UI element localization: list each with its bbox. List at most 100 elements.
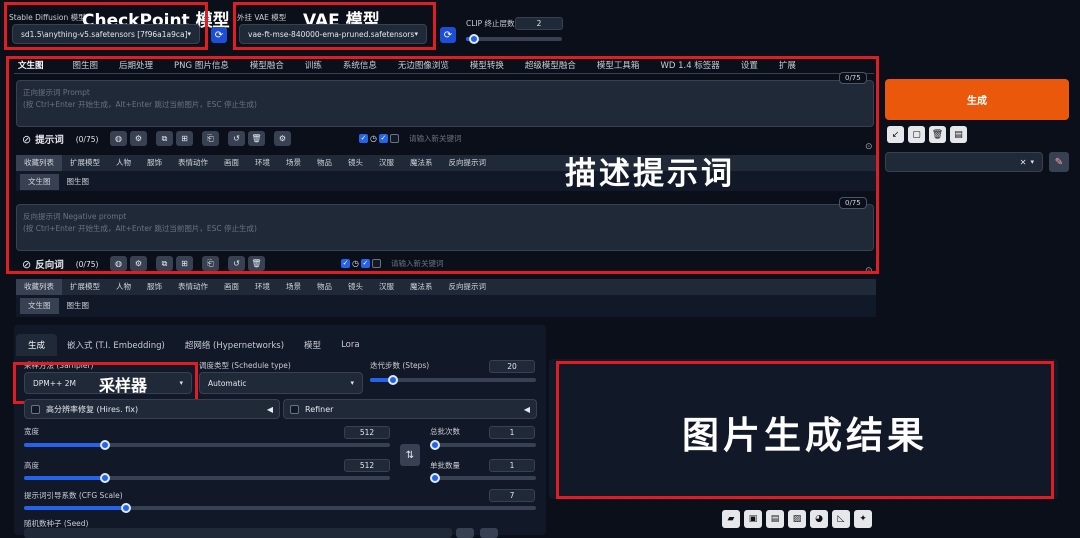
tab-0[interactable]: 文生图 [18, 59, 53, 71]
category-tab-8[interactable]: 物品 [309, 279, 340, 295]
expand-icon[interactable]: ⊙ [865, 266, 873, 276]
clip-slider[interactable] [466, 34, 562, 44]
category-tab-0[interactable]: 收藏列表 [16, 279, 62, 295]
sd-model-dropdown[interactable]: sd1.5\anything-v5.safetensors [7f96a1a9c… [12, 24, 200, 44]
refresh-model-button[interactable]: ⟳ [211, 27, 227, 43]
category-tab-6[interactable]: 环境 [247, 279, 278, 295]
refiner-accordion[interactable]: Refiner ◀ [283, 399, 537, 419]
batch-size-slider[interactable] [430, 473, 536, 483]
category-tab-9[interactable]: 镜头 [340, 155, 371, 171]
load-icon[interactable]: ⎗ [202, 256, 219, 271]
paste-icon[interactable]: ⊞ [176, 256, 193, 271]
steps-value[interactable]: 20 [489, 360, 535, 373]
tab-13[interactable]: 扩展 [770, 59, 808, 71]
category-tab-10[interactable]: 汉服 [371, 155, 402, 171]
category-subtab-0[interactable]: 文生图 [20, 174, 59, 190]
clipboard-icon[interactable]: ▤ [950, 126, 967, 143]
steps-slider[interactable] [370, 375, 536, 385]
checkbox-off-icon[interactable] [31, 404, 40, 414]
category-tab-9[interactable]: 镜头 [340, 279, 371, 295]
tab-12[interactable]: 设置 [732, 59, 770, 71]
bottom-tab-1[interactable]: 嵌入式 (T.I. Embedding) [57, 339, 175, 351]
category-tab-2[interactable]: 人物 [108, 155, 139, 171]
tab-10[interactable]: 模型工具箱 [588, 59, 652, 71]
category-subtab-0[interactable]: 文生图 [20, 298, 59, 314]
vae-dropdown[interactable]: vae-ft-mse-840000-ema-pruned.safetensors… [239, 24, 427, 44]
tab-1[interactable]: 图生图 [64, 59, 111, 71]
height-value[interactable]: 512 [344, 459, 390, 472]
trash-icon[interactable]: 🗑 [248, 131, 265, 146]
paste-icon[interactable]: ⊞ [176, 131, 193, 146]
tab-3[interactable]: PNG 图片信息 [165, 59, 241, 71]
recycle-icon[interactable] [480, 528, 498, 538]
checkbox-on-icon[interactable]: ✓ [378, 134, 388, 143]
collapse-icon[interactable]: ⊘ [22, 258, 31, 271]
batch-count-value[interactable]: 1 [489, 426, 535, 439]
checkbox-on-icon[interactable]: ✓ [360, 259, 370, 268]
category-tab-5[interactable]: 画面 [216, 155, 247, 171]
keyword-input[interactable]: 请输入新关键词 [391, 258, 444, 269]
copy-icon[interactable]: ⧉ [156, 256, 173, 271]
load-icon[interactable]: ⎗ [202, 131, 219, 146]
checkbox-on-icon[interactable]: ✓ [359, 134, 368, 143]
bottom-tab-3[interactable]: 模型 [294, 339, 331, 351]
save-icon[interactable]: ▣ [744, 510, 762, 528]
translate-icon[interactable]: ◍ [110, 131, 127, 146]
category-tab-4[interactable]: 表情动作 [170, 155, 216, 171]
history-icon[interactable]: ↺ [228, 256, 245, 271]
trash-icon[interactable]: 🗑 [248, 256, 265, 271]
translate-icon[interactable]: ◍ [110, 256, 127, 271]
category-tab-12[interactable]: 反向提示词 [441, 279, 495, 295]
category-tab-7[interactable]: 场景 [278, 279, 309, 295]
tab-6[interactable]: 系统信息 [334, 59, 389, 71]
generate-button[interactable]: 生成 [885, 79, 1069, 120]
category-tab-1[interactable]: 扩展模型 [62, 279, 108, 295]
settings-icon[interactable]: ⚙ [130, 131, 147, 146]
tab-4[interactable]: 模型融合 [241, 59, 296, 71]
gear-icon[interactable]: ⚙ [274, 131, 291, 146]
clear-icon[interactable]: ▢ [908, 126, 925, 143]
cfg-value[interactable]: 7 [489, 489, 535, 502]
category-tab-10[interactable]: 汉服 [371, 279, 402, 295]
settings-icon[interactable]: ⚙ [130, 256, 147, 271]
category-tab-6[interactable]: 环境 [247, 155, 278, 171]
refresh-vae-button[interactable]: ⟳ [440, 27, 456, 43]
expand-icon[interactable]: ⊙ [865, 142, 873, 152]
hires-fix-accordion[interactable]: 高分辨率修复 (Hires. fix) ◀ [24, 399, 280, 419]
sparkle-icon[interactable]: ✦ [854, 510, 872, 528]
palette-icon[interactable]: ◕ [810, 510, 828, 528]
brush-icon[interactable]: ✎ [1049, 152, 1069, 172]
collapse-icon[interactable]: ⊘ [22, 133, 31, 146]
category-tab-4[interactable]: 表情动作 [170, 279, 216, 295]
tab-8[interactable]: 模型转换 [461, 59, 516, 71]
category-tab-11[interactable]: 魔法系 [402, 155, 441, 171]
dice-icon[interactable] [456, 528, 474, 538]
clear-selection-icon[interactable]: ✕ [1020, 158, 1027, 167]
batch-size-value[interactable]: 1 [489, 459, 535, 472]
tab-9[interactable]: 超级模型融合 [516, 59, 588, 71]
height-slider[interactable] [24, 473, 390, 483]
ruler-icon[interactable]: ◺ [832, 510, 850, 528]
schedule-dropdown[interactable]: Automatic ▾ [199, 372, 363, 394]
bottom-tab-0[interactable]: 生成 [16, 334, 58, 356]
image-icon[interactable]: ▨ [788, 510, 806, 528]
trash-icon[interactable]: 🗑 [929, 126, 946, 143]
checkbox-off-icon[interactable] [371, 259, 381, 268]
keyword-input[interactable]: 请输入新关键词 [409, 133, 462, 144]
checkbox-off-icon[interactable] [389, 134, 399, 143]
copy-icon[interactable]: ⧉ [156, 131, 173, 146]
styles-dropdown[interactable]: ✕ ▾ [885, 152, 1043, 172]
negative-prompt-textarea[interactable]: 反向提示词 Negative prompt (按 Ctrl+Enter 开始生成… [16, 204, 874, 251]
tab-5[interactable]: 训练 [296, 59, 334, 71]
category-tab-11[interactable]: 魔法系 [402, 279, 441, 295]
category-tab-7[interactable]: 场景 [278, 155, 309, 171]
category-tab-3[interactable]: 服饰 [139, 279, 170, 295]
category-tab-3[interactable]: 服饰 [139, 155, 170, 171]
batch-count-slider[interactable] [430, 440, 536, 450]
category-tab-0[interactable]: 收藏列表 [16, 155, 62, 171]
bottom-tab-2[interactable]: 超网络 (Hypernetworks) [175, 339, 294, 351]
tab-11[interactable]: WD 1.4 标签器 [651, 59, 731, 71]
bottom-tab-4[interactable]: Lora [331, 340, 370, 350]
width-slider[interactable] [24, 440, 390, 450]
category-tab-8[interactable]: 物品 [309, 155, 340, 171]
